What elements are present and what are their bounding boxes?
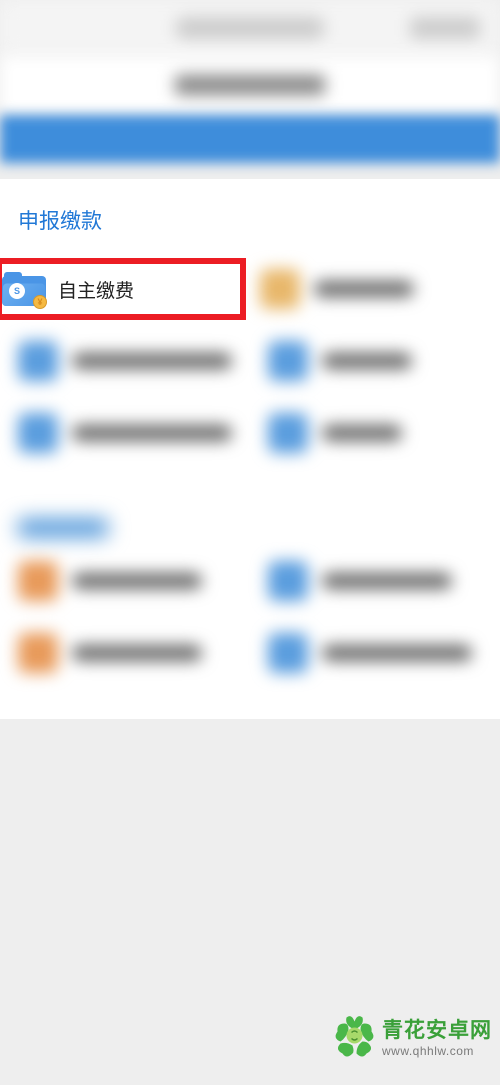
item-blurred (242, 269, 492, 309)
watermark-logo-icon (327, 1008, 382, 1063)
section-title-blurred (0, 499, 500, 545)
tab-stripe-blurred (0, 115, 500, 163)
payment-folder-icon: S ¥ (2, 268, 44, 310)
item-blurred (0, 341, 250, 381)
section-title: 申报缴款 (0, 179, 500, 253)
watermark-name: 青花安卓网 (382, 1014, 492, 1044)
item-blurred (0, 561, 250, 601)
watermark: 青花安卓网 www.qhhlw.com (327, 1008, 492, 1063)
item-blurred (250, 341, 500, 381)
item-blurred (0, 633, 250, 673)
item-blurred (250, 413, 500, 453)
items-grid: S ¥ 自主缴费 (0, 253, 500, 469)
item-label: 自主缴费 (58, 276, 134, 303)
section-card-2 (0, 499, 500, 719)
item-blurred (0, 413, 250, 453)
item-self-payment[interactable]: S ¥ 自主缴费 (0, 258, 246, 320)
section-card: 申报缴款 S ¥ 自主缴费 (0, 179, 500, 499)
watermark-url: www.qhhlw.com (382, 1044, 492, 1058)
nav-bar-blurred (0, 55, 500, 115)
item-blurred (250, 561, 500, 601)
item-blurred (250, 633, 500, 673)
status-bar-blurred (0, 0, 500, 55)
